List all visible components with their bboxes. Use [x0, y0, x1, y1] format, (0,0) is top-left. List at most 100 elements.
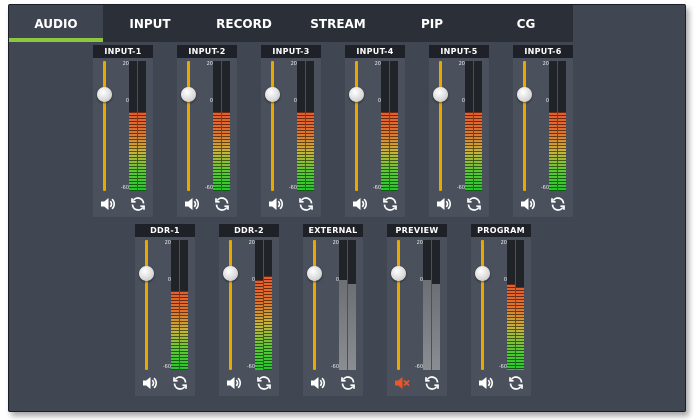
meter-fill-left — [381, 112, 389, 191]
mute-speaker-icon[interactable] — [393, 374, 411, 392]
meter-fill-right — [222, 112, 230, 191]
meter-fill-right — [432, 284, 440, 370]
channel-controls — [513, 195, 573, 215]
level-meter: 20 0 -60 — [537, 61, 571, 191]
volume-fader[interactable] — [517, 61, 533, 191]
channel-strip-ddr-1: DDR-1 20 0 -60 — [135, 224, 195, 396]
channel-strip-external: EXTERNAL 20 0 -60 — [303, 224, 363, 396]
speaker-icon[interactable] — [99, 195, 117, 213]
fader-track[interactable] — [271, 61, 274, 191]
fader-track[interactable] — [439, 61, 442, 191]
volume-fader[interactable] — [223, 240, 239, 370]
meter-fill-right — [180, 291, 188, 370]
meter-fill-right — [264, 276, 272, 370]
meter-bar-left — [339, 240, 347, 370]
sync-icon[interactable] — [297, 195, 315, 213]
sync-icon[interactable] — [507, 374, 525, 392]
channel-label: PREVIEW — [387, 224, 447, 237]
volume-fader[interactable] — [139, 240, 155, 370]
channel-strip-input-2: INPUT-2 20 0 -60 — [177, 45, 237, 217]
meter-bar-right — [558, 61, 566, 191]
speaker-icon[interactable] — [267, 195, 285, 213]
meter-scale: 20 0 -60 — [327, 240, 339, 370]
speaker-icon[interactable] — [519, 195, 537, 213]
level-meter: 20 0 -60 — [327, 240, 361, 370]
meter-fill-right — [516, 287, 524, 370]
speaker-icon[interactable] — [309, 374, 327, 392]
tab-audio[interactable]: AUDIO — [9, 5, 103, 42]
fader-track[interactable] — [313, 240, 316, 370]
fader-track[interactable] — [145, 240, 148, 370]
speaker-icon[interactable] — [183, 195, 201, 213]
channel-controls — [471, 374, 531, 394]
fader-track[interactable] — [229, 240, 232, 370]
fader-track[interactable] — [481, 240, 484, 370]
meter-fill-right — [306, 112, 314, 191]
fader-knob[interactable] — [181, 87, 196, 102]
volume-fader[interactable] — [97, 61, 113, 191]
fader-knob[interactable] — [433, 87, 448, 102]
fader-knob[interactable] — [391, 266, 406, 281]
meter-bar-left — [423, 240, 431, 370]
fader-track[interactable] — [187, 61, 190, 191]
sync-icon[interactable] — [213, 195, 231, 213]
meter-fill-right — [138, 112, 146, 191]
channel-strip-input-1: INPUT-1 20 0 -60 — [93, 45, 153, 217]
fader-track[interactable] — [103, 61, 106, 191]
channel-label: INPUT-5 — [429, 45, 489, 58]
speaker-icon[interactable] — [435, 195, 453, 213]
volume-fader[interactable] — [181, 61, 197, 191]
fader-track[interactable] — [397, 240, 400, 370]
sync-icon[interactable] — [339, 374, 357, 392]
meter-scale: 20 0 -60 — [117, 61, 129, 191]
channel-label: INPUT-3 — [261, 45, 321, 58]
volume-fader[interactable] — [391, 240, 407, 370]
meter-bar-right — [474, 61, 482, 191]
fader-knob[interactable] — [475, 266, 490, 281]
scale-label-bottom: -60 — [330, 364, 339, 370]
speaker-icon[interactable] — [477, 374, 495, 392]
sync-icon[interactable] — [423, 374, 441, 392]
level-meter: 20 0 -60 — [201, 61, 235, 191]
fader-knob[interactable] — [517, 87, 532, 102]
fader-knob[interactable] — [139, 266, 154, 281]
tab-input[interactable]: INPUT — [103, 5, 197, 42]
sync-icon[interactable] — [381, 195, 399, 213]
audio-mixer-panel: AUDIO INPUT RECORD STREAM PIP CG INPUT-1… — [8, 4, 686, 412]
speaker-icon[interactable] — [141, 374, 159, 392]
fader-track[interactable] — [523, 61, 526, 191]
volume-fader[interactable] — [349, 61, 365, 191]
meter-bar-right — [264, 240, 272, 370]
meter-bar-left — [381, 61, 389, 191]
channel-controls — [261, 195, 321, 215]
volume-fader[interactable] — [433, 61, 449, 191]
sync-icon[interactable] — [549, 195, 567, 213]
volume-fader[interactable] — [307, 240, 323, 370]
fader-knob[interactable] — [349, 87, 364, 102]
channel-controls — [429, 195, 489, 215]
sync-icon[interactable] — [255, 374, 273, 392]
tab-record[interactable]: RECORD — [197, 5, 291, 42]
volume-fader[interactable] — [475, 240, 491, 370]
tab-cg[interactable]: CG — [479, 5, 573, 42]
speaker-icon[interactable] — [351, 195, 369, 213]
meter-fill-right — [558, 112, 566, 191]
fader-knob[interactable] — [265, 87, 280, 102]
channel-strip-input-4: INPUT-4 20 0 -60 — [345, 45, 405, 217]
fader-knob[interactable] — [307, 266, 322, 281]
fader-knob[interactable] — [223, 266, 238, 281]
meter-fill-right — [390, 112, 398, 191]
sync-icon[interactable] — [465, 195, 483, 213]
tab-stream[interactable]: STREAM — [291, 5, 385, 42]
meter-bar-right — [348, 240, 356, 370]
fader-knob[interactable] — [97, 87, 112, 102]
speaker-icon[interactable] — [225, 374, 243, 392]
meter-bar-right — [222, 61, 230, 191]
fader-track[interactable] — [355, 61, 358, 191]
sync-icon[interactable] — [171, 374, 189, 392]
meter-bar-left — [297, 61, 305, 191]
volume-fader[interactable] — [265, 61, 281, 191]
sync-icon[interactable] — [129, 195, 147, 213]
tab-pip[interactable]: PIP — [385, 5, 479, 42]
channel-controls — [177, 195, 237, 215]
